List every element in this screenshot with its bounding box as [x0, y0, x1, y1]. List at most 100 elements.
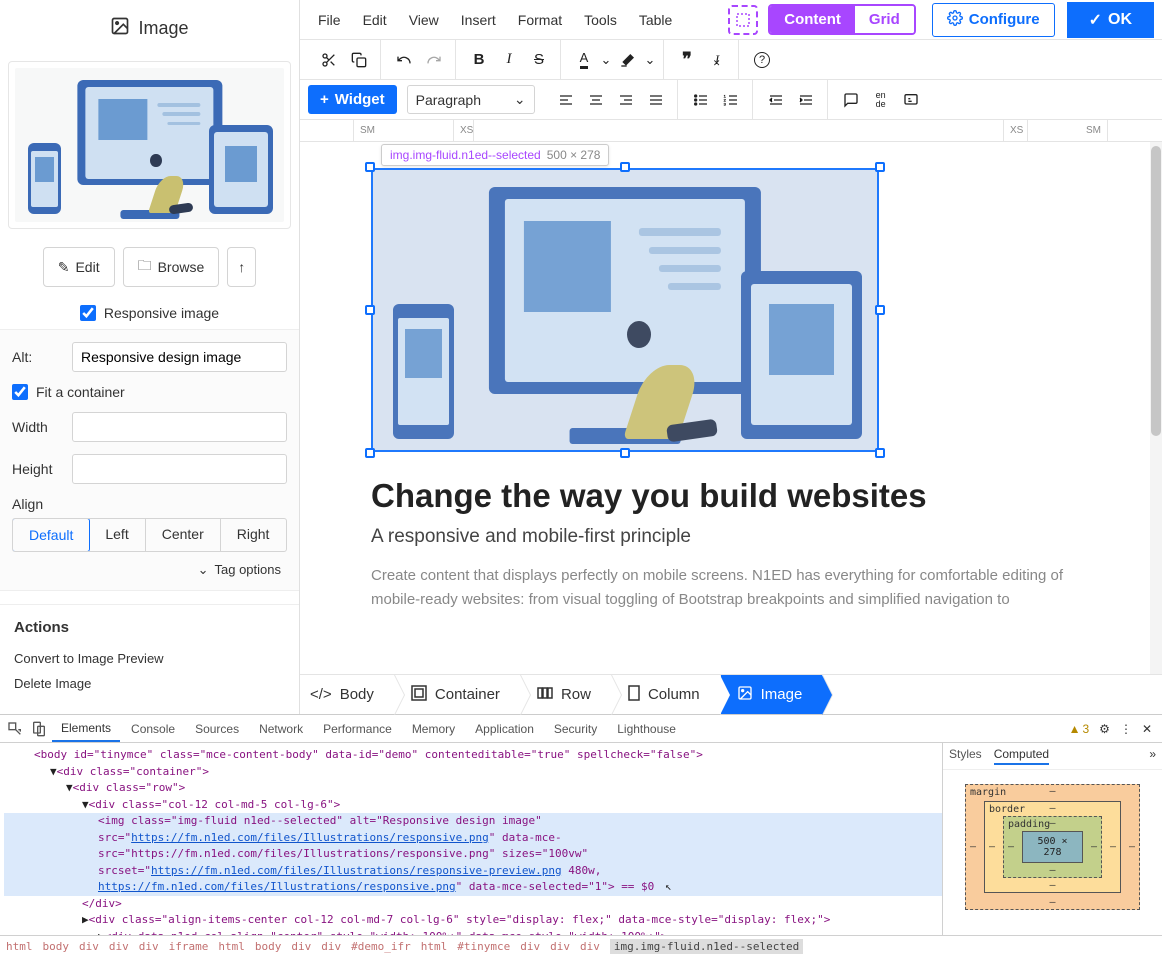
styles-tab[interactable]: Styles: [949, 747, 982, 765]
align-right-button[interactable]: [611, 85, 641, 115]
warnings-badge[interactable]: ▲3: [1069, 722, 1090, 736]
text-color-dropdown[interactable]: ⌄: [599, 45, 613, 75]
comment-button[interactable]: [836, 85, 866, 115]
fit-checkbox[interactable]: [12, 384, 28, 400]
configure-button[interactable]: Configure: [932, 3, 1055, 37]
ok-button[interactable]: ✓ OK: [1067, 2, 1154, 38]
tag-options-toggle[interactable]: ⌄ Tag options: [12, 552, 287, 578]
menu-edit[interactable]: Edit: [353, 6, 397, 34]
menu-view[interactable]: View: [399, 6, 449, 34]
box-model[interactable]: margin –––– border –––– padding –––– 500…: [965, 784, 1140, 910]
language-button[interactable]: ende: [866, 85, 896, 115]
indent-button[interactable]: [791, 85, 821, 115]
bold-button[interactable]: B: [464, 45, 494, 75]
bullet-list-button[interactable]: [686, 85, 716, 115]
canvas-scrollbar[interactable]: [1150, 142, 1162, 674]
dt-tab-performance[interactable]: Performance: [314, 717, 401, 741]
dt-tab-elements[interactable]: Elements: [52, 716, 120, 742]
upload-button[interactable]: ↑: [227, 247, 256, 287]
copy-button[interactable]: [344, 45, 374, 75]
selection-mode-button[interactable]: [728, 5, 758, 35]
align-justify-button[interactable]: [641, 85, 671, 115]
dt-tab-security[interactable]: Security: [545, 717, 606, 741]
styles-more-icon[interactable]: »: [1149, 747, 1156, 765]
outdent-button[interactable]: [761, 85, 791, 115]
dt-tab-memory[interactable]: Memory: [403, 717, 464, 741]
folder-icon: 🗀: [138, 255, 152, 279]
responsive-checkbox[interactable]: [80, 305, 96, 321]
resize-handle[interactable]: [875, 305, 885, 315]
crumb-container[interactable]: Container: [395, 675, 521, 714]
dt-tab-sources[interactable]: Sources: [186, 717, 248, 741]
resize-handle[interactable]: [875, 448, 885, 458]
text-color-button[interactable]: A: [569, 45, 599, 75]
menu-table[interactable]: Table: [629, 6, 682, 34]
dt-more-icon[interactable]: ⋮: [1120, 722, 1132, 736]
content-subheading[interactable]: A responsive and mobile-first principle: [371, 526, 1091, 548]
mode-content[interactable]: Content: [770, 6, 855, 33]
image-icon: [737, 685, 753, 705]
width-input[interactable]: [72, 412, 287, 442]
crumb-code-view[interactable]: </>Body: [300, 675, 395, 714]
align-center[interactable]: Center: [146, 519, 221, 551]
height-input[interactable]: [72, 454, 287, 484]
device-mode-button[interactable]: [28, 718, 50, 740]
sidebar-title: Image: [0, 0, 299, 53]
highlight-dropdown[interactable]: ⌄: [643, 45, 657, 75]
crumb-row[interactable]: Row: [521, 675, 612, 714]
dt-tab-application[interactable]: Application: [466, 717, 543, 741]
browse-button[interactable]: 🗀Browse: [123, 247, 220, 287]
widget-button[interactable]: + Widget: [308, 85, 397, 114]
selected-image[interactable]: img.img-fluid.n1ed--selected 500 × 278: [371, 168, 879, 452]
edit-button[interactable]: ✎Edit: [43, 247, 115, 287]
resize-handle[interactable]: [365, 448, 375, 458]
block-format-select[interactable]: Paragraph ⌄: [407, 85, 535, 114]
help-button[interactable]: ?: [747, 45, 777, 75]
dom-tree[interactable]: <body id="tinymce" class="mce-content-bo…: [0, 743, 942, 935]
dt-close-icon[interactable]: ✕: [1142, 722, 1152, 736]
dt-tab-console[interactable]: Console: [122, 717, 184, 741]
clear-format-button[interactable]: I✕: [702, 45, 732, 75]
spellcheck-button[interactable]: [896, 85, 926, 115]
content-paragraph[interactable]: Create content that displays perfectly o…: [371, 564, 1091, 612]
inspect-button[interactable]: [4, 718, 26, 740]
code-icon: </>: [310, 686, 332, 703]
action-convert-preview[interactable]: Convert to Image Preview: [14, 646, 285, 671]
selection-tooltip: img.img-fluid.n1ed--selected 500 × 278: [381, 144, 609, 166]
resize-handle[interactable]: [620, 448, 630, 458]
redo-button[interactable]: [419, 45, 449, 75]
resize-handle[interactable]: [620, 162, 630, 172]
resize-handle[interactable]: [365, 305, 375, 315]
height-label: Height: [12, 461, 62, 477]
menu-format[interactable]: Format: [508, 6, 572, 34]
computed-tab[interactable]: Computed: [994, 747, 1049, 765]
dom-selected-element[interactable]: <img class="img-fluid n1ed--selected" al…: [4, 813, 942, 896]
highlight-button[interactable]: [613, 45, 643, 75]
align-right[interactable]: Right: [221, 519, 286, 551]
dt-tab-network[interactable]: Network: [250, 717, 312, 741]
menu-file[interactable]: File: [308, 6, 351, 34]
undo-button[interactable]: [389, 45, 419, 75]
action-delete-image[interactable]: Delete Image: [14, 671, 285, 696]
align-left[interactable]: Left: [89, 519, 145, 551]
align-default[interactable]: Default: [12, 518, 90, 552]
alt-input[interactable]: [72, 342, 287, 372]
resize-handle[interactable]: [875, 162, 885, 172]
resize-handle[interactable]: [365, 162, 375, 172]
strikethrough-button[interactable]: S: [524, 45, 554, 75]
crumb-column[interactable]: Column: [612, 675, 721, 714]
mode-grid[interactable]: Grid: [855, 6, 914, 33]
cut-button[interactable]: [314, 45, 344, 75]
dt-settings-icon[interactable]: ⚙: [1099, 722, 1110, 736]
menu-tools[interactable]: Tools: [574, 6, 627, 34]
italic-button[interactable]: I: [494, 45, 524, 75]
number-list-button[interactable]: 123: [716, 85, 746, 115]
align-left-button[interactable]: [551, 85, 581, 115]
dt-tab-lighthouse[interactable]: Lighthouse: [608, 717, 685, 741]
editor-canvas[interactable]: img.img-fluid.n1ed--selected 500 × 278: [300, 142, 1162, 674]
crumb-image[interactable]: Image: [721, 675, 823, 714]
content-heading[interactable]: Change the way you build websites: [371, 476, 1091, 516]
align-center-button[interactable]: [581, 85, 611, 115]
blockquote-button[interactable]: ❞: [672, 45, 702, 75]
menu-insert[interactable]: Insert: [451, 6, 506, 34]
